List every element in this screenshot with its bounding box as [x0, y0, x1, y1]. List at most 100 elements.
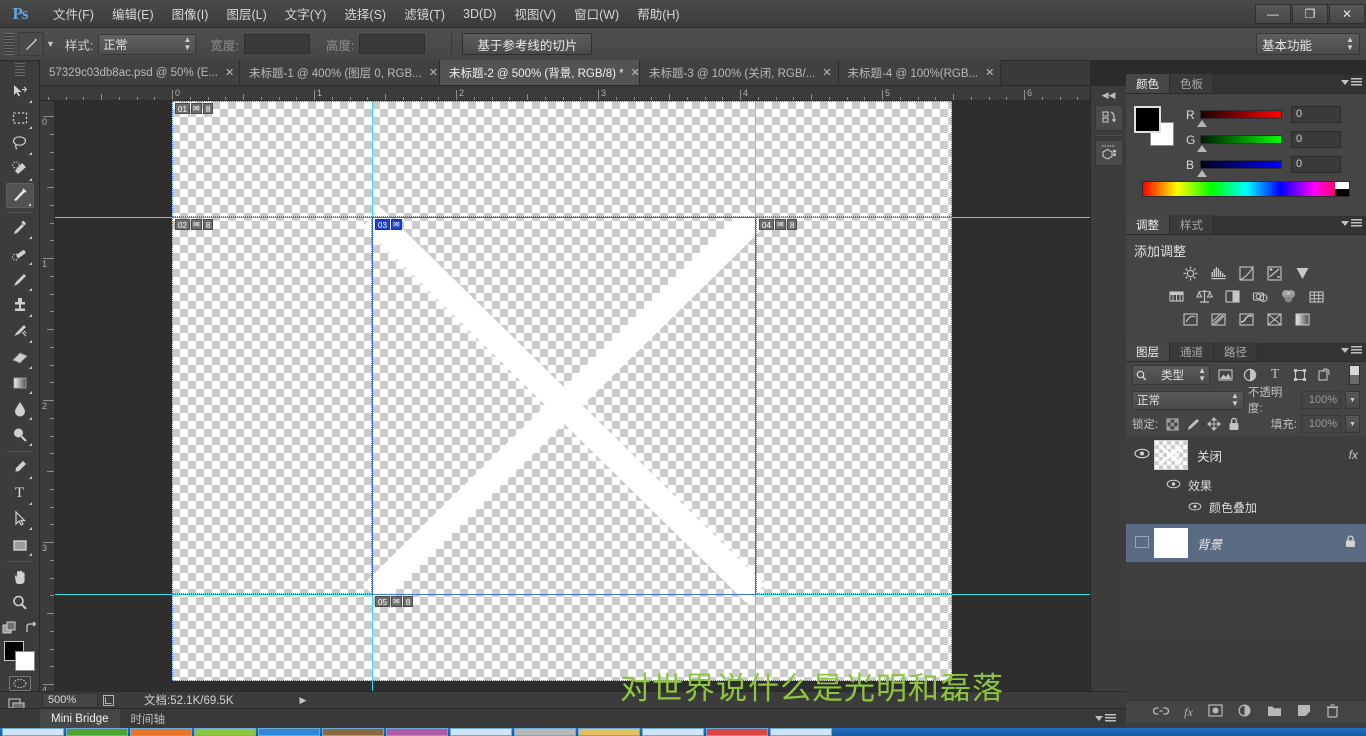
curves-icon[interactable] [1236, 264, 1256, 282]
brush-tool[interactable] [6, 267, 34, 292]
horizontal-ruler[interactable]: 0 1 2 3 4 5 6 [40, 86, 1090, 101]
hue-saturation-icon[interactable] [1166, 287, 1186, 305]
green-value-input[interactable]: 0 [1291, 131, 1341, 148]
lock-image-icon[interactable] [1186, 418, 1200, 431]
menu-help[interactable]: 帮助(H) [628, 0, 688, 27]
marquee-tool[interactable] [6, 105, 34, 130]
brightness-contrast-icon[interactable] [1180, 264, 1200, 282]
toolbar-grip[interactable] [14, 63, 25, 77]
document-tab-3-active[interactable]: 未标题-2 @ 500% (背景, RGB/8) * ✕ [440, 60, 640, 85]
slice-badge-05[interactable]: 05 ✉ 8 [375, 596, 414, 607]
adjustment-filter-icon[interactable] [1240, 365, 1260, 385]
zoom-tool[interactable] [6, 591, 34, 616]
tool-preset-chevron-down-icon[interactable]: ▼ [46, 39, 55, 49]
menu-edit[interactable]: 编辑(E) [103, 0, 163, 27]
document-tab-2[interactable]: 未标题-1 @ 400% (图层 0, RGB... ✕ [240, 60, 440, 85]
clone-stamp-tool[interactable] [6, 293, 34, 318]
close-icon[interactable]: ✕ [429, 66, 438, 79]
workspace-selector[interactable]: 基本功能 ▲ ▼ [1256, 33, 1360, 55]
lock-transparency-icon[interactable] [1166, 418, 1179, 431]
opacity-chevron-down-icon[interactable]: ▼ [1345, 391, 1360, 409]
layer-effects-group[interactable]: 效果 [1126, 474, 1366, 496]
slice-badge-03-selected[interactable]: 03 ✉ [375, 219, 402, 230]
blue-value-input[interactable]: 0 [1291, 156, 1341, 173]
pixel-filter-icon[interactable] [1215, 365, 1235, 385]
close-icon[interactable]: ✕ [225, 66, 234, 79]
eyedropper-tool[interactable] [6, 216, 34, 241]
gradient-tool[interactable] [6, 371, 34, 396]
effect-visibility-eye-icon[interactable] [1188, 500, 1202, 514]
new-layer-icon[interactable] [1297, 704, 1311, 720]
blur-tool[interactable] [6, 396, 34, 421]
menu-view[interactable]: 视图(V) [505, 0, 565, 27]
bottom-panel-menu[interactable] [1095, 714, 1116, 723]
tab-swatches[interactable]: 色板 [1170, 74, 1214, 93]
close-icon[interactable]: ✕ [985, 66, 994, 79]
smart-object-filter-icon[interactable] [1315, 365, 1335, 385]
slice-badge-02[interactable]: 02 ✉ 8 [175, 219, 214, 230]
color-spectrum-ramp[interactable] [1142, 181, 1350, 197]
layer-thumbnail[interactable] [1154, 528, 1188, 558]
foreground-color-chip[interactable] [1134, 106, 1161, 133]
red-value-input[interactable]: 0 [1291, 106, 1341, 123]
lock-all-icon[interactable] [1228, 417, 1240, 431]
adjustments-panel-menu[interactable] [1341, 219, 1362, 228]
eraser-tool[interactable] [6, 345, 34, 370]
color-balance-icon[interactable] [1194, 287, 1214, 305]
document-proxy-icon[interactable] [98, 694, 118, 707]
layer-name-label[interactable]: 关闭 [1197, 446, 1222, 465]
width-input[interactable] [243, 34, 310, 54]
selective-color-icon[interactable] [1264, 310, 1284, 328]
close-button[interactable]: ✕ [1329, 4, 1365, 24]
height-input[interactable] [359, 34, 426, 54]
effects-visibility-eye-icon[interactable] [1166, 478, 1181, 492]
add-style-icon[interactable]: fx [1184, 705, 1193, 720]
layer-fx-indicator[interactable]: fx [1349, 448, 1358, 462]
exposure-icon[interactable] [1264, 264, 1284, 282]
layer-row-background-selected[interactable]: 背景 [1126, 524, 1366, 562]
zoom-level-field[interactable]: 500% [42, 692, 98, 708]
document-tab-5[interactable]: 未标题-4 @ 100%(RGB... ✕ [838, 60, 1002, 85]
menu-filter[interactable]: 滤镜(T) [395, 0, 454, 27]
green-slider-thumb[interactable] [1197, 145, 1207, 152]
menu-3d[interactable]: 3D(D) [454, 3, 505, 25]
style-select[interactable]: 正常 ▲ ▼ [98, 33, 197, 55]
levels-icon[interactable] [1208, 264, 1228, 282]
tab-adjustments[interactable]: 调整 [1126, 215, 1170, 234]
blend-mode-select[interactable]: 正常 ▲ ▼ [1132, 390, 1244, 410]
pen-tool[interactable] [6, 455, 34, 480]
3d-panel-icon[interactable] [1094, 140, 1123, 166]
taskbar-item[interactable] [578, 728, 640, 736]
document-tab-1[interactable]: 57329c03db8ac.psd @ 50% (E... ✕ [40, 60, 240, 85]
menu-file[interactable]: 文件(F) [44, 0, 103, 27]
document-tab-4[interactable]: 未标题-3 @ 100% (关闭, RGB/... ✕ [640, 60, 839, 85]
hand-tool[interactable] [6, 565, 34, 590]
minimize-button[interactable]: — [1255, 4, 1291, 24]
history-brush-tool[interactable] [6, 319, 34, 344]
fill-chevron-down-icon[interactable]: ▼ [1345, 415, 1360, 433]
layer-effect-color-overlay[interactable]: 颜色叠加 [1126, 496, 1366, 518]
layer-visibility-eye-icon[interactable] [1130, 448, 1154, 462]
menu-window[interactable]: 窗口(W) [565, 0, 628, 27]
slice-region-03-selected[interactable] [372, 217, 756, 595]
path-selection-tool[interactable] [6, 507, 34, 532]
rectangle-tool[interactable] [6, 532, 34, 557]
taskbar-item[interactable] [322, 728, 384, 736]
menu-layer[interactable]: 图层(L) [217, 0, 275, 27]
menu-image[interactable]: 图像(I) [163, 0, 218, 27]
quick-mask-button[interactable] [8, 675, 31, 691]
taskbar-item[interactable] [386, 728, 448, 736]
tab-mini-bridge[interactable]: Mini Bridge [40, 708, 120, 729]
history-panel-icon[interactable] [1094, 105, 1123, 131]
layer-visibility-toggle-off[interactable] [1130, 535, 1154, 551]
layer-thumbnail[interactable] [1154, 440, 1188, 470]
current-tool-icon[interactable] [18, 32, 44, 56]
white-black-chip[interactable] [1335, 182, 1349, 196]
slice-badge-01[interactable]: 01 ✉ 8 [175, 103, 214, 114]
healing-brush-tool[interactable] [6, 241, 34, 266]
taskbar-item[interactable] [770, 728, 832, 736]
dodge-tool[interactable] [6, 422, 34, 447]
blue-slider-thumb[interactable] [1197, 170, 1207, 177]
close-icon[interactable]: ✕ [631, 66, 640, 79]
taskbar-item[interactable] [258, 728, 320, 736]
